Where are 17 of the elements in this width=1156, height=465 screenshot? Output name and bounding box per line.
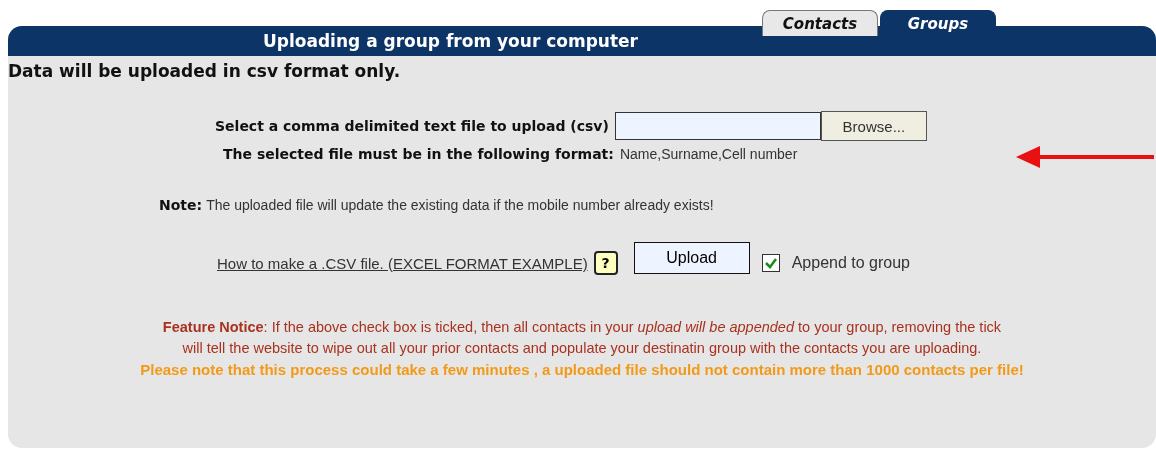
notice-text: will tell the website to wipe out all your prior contacts and populate your destinatin group with the contacts you are uploading.	[181, 339, 983, 358]
warning-text: Please note that this process could take a few minutes , a uploaded file should not contain more than 1000 contacts per file!	[139, 360, 1025, 380]
note-text: The uploaded file will update the existing data if the mobile number already exists!	[206, 197, 714, 213]
file-label: Select a comma delimited text file to upload (csv)	[215, 118, 609, 134]
note-label: Note:	[159, 197, 203, 213]
file-input-field[interactable]	[614, 112, 821, 140]
browse-button[interactable]: Browse...	[820, 111, 927, 141]
append-label: Append to group	[791, 254, 910, 272]
format-label: The selected file must be in the following format:	[223, 146, 614, 162]
format-value: Name,Surname,Cell number	[619, 146, 798, 162]
intro-text: Data will be uploaded in csv format only.	[8, 61, 402, 81]
help-link[interactable]: How to make a .CSV file. (EXCEL FORMAT EXAMPLE)	[217, 254, 588, 272]
arrow-icon	[1016, 144, 1154, 170]
append-checkbox[interactable]	[761, 254, 780, 272]
notice-text: Feature Notice: If the above check box is ticked, then all contacts in your upload will be appended to your group, removing the tick	[161, 318, 1003, 337]
upload-button[interactable]: Upload	[633, 242, 750, 274]
help-icon[interactable]: ?	[593, 251, 618, 275]
